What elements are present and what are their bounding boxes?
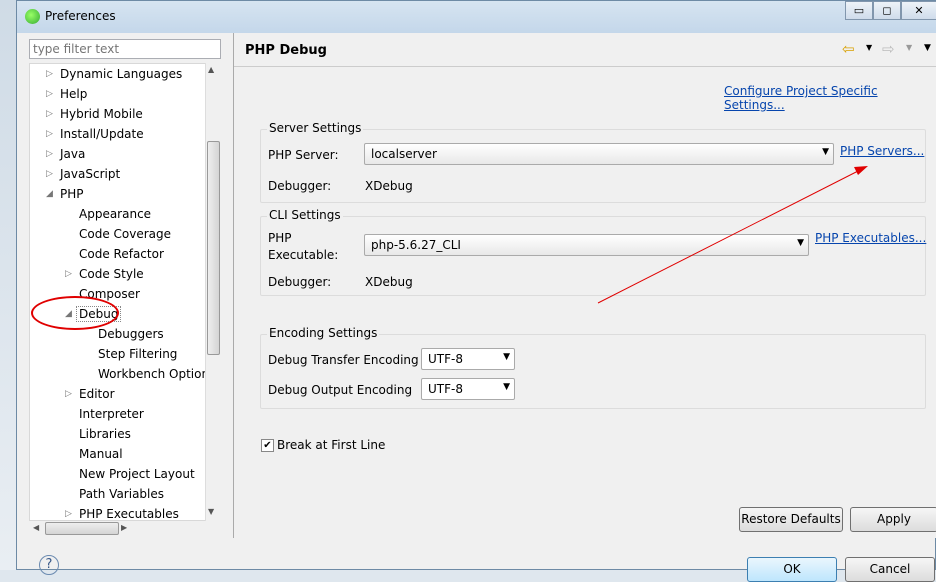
tree-item[interactable]: ▷ Help	[46, 84, 88, 104]
tree-item[interactable]: Code Coverage	[79, 224, 171, 244]
tree-item[interactable]: ▷ Dynamic Languages	[46, 64, 183, 84]
tree-item[interactable]: ▷ JavaScript	[46, 164, 121, 184]
tree-item-label: Path Variables	[79, 487, 165, 501]
tree-item-label: Hybrid Mobile	[60, 107, 143, 121]
scroll-right-icon[interactable]: ▶	[121, 523, 127, 532]
scroll-up-icon[interactable]: ▲	[208, 65, 214, 74]
tree-item-label: Libraries	[79, 427, 131, 441]
tree-vertical-scrollbar[interactable]: ▲ ▼	[205, 63, 221, 521]
preferences-tree: ▷ Dynamic Languages ▷ Help ▷ Hybrid Mobile ▷ In…	[29, 63, 221, 521]
tree-item[interactable]: Workbench Options	[98, 364, 215, 384]
help-icon[interactable]: ?	[39, 555, 59, 575]
tree-item-label: New Project Layout	[79, 467, 195, 481]
collapsed-arrow-icon[interactable]: ▷	[46, 124, 53, 144]
tree-item-label: PHP	[60, 187, 84, 201]
tree-item-label: PHP Executables	[79, 507, 179, 521]
hscroll-thumb[interactable]	[45, 522, 119, 535]
filter-input[interactable]	[29, 39, 221, 59]
tree-item[interactable]: ◢ PHP	[46, 184, 84, 204]
tree-item[interactable]: Debuggers	[98, 324, 164, 344]
tree-item[interactable]: Appearance	[79, 204, 151, 224]
tree-item-label: Interpreter	[79, 407, 144, 421]
tree-item-label: JavaScript	[60, 167, 121, 181]
tree-item[interactable]: ▷ Editor	[65, 384, 115, 404]
tree-item[interactable]: Code Refactor	[79, 244, 164, 264]
maximize-button[interactable]: ◻	[873, 1, 901, 20]
preference-page: PHP Debug ⇦ ▼ ⇨ ▼ ▼ Configure Project Sp…	[233, 33, 936, 538]
tree-item[interactable]: ▷ Java	[46, 144, 86, 164]
tree-horizontal-scrollbar[interactable]: ◀ ▶	[29, 521, 221, 537]
collapsed-arrow-icon[interactable]: ▷	[46, 164, 53, 184]
app-icon	[25, 9, 40, 24]
tree-item-label: Code Coverage	[79, 227, 172, 241]
scroll-thumb[interactable]	[207, 141, 220, 355]
tree-item-label: Dynamic Languages	[60, 67, 183, 81]
tree-item[interactable]: Interpreter	[79, 404, 144, 424]
tree-item-label: Manual	[79, 447, 123, 461]
collapsed-arrow-icon[interactable]: ▷	[65, 504, 72, 520]
tree-item[interactable]: ▷ PHP Executables	[65, 504, 179, 521]
expanded-arrow-icon[interactable]: ◢	[46, 184, 53, 204]
tree-item[interactable]: Step Filtering	[98, 344, 177, 364]
collapsed-arrow-icon[interactable]: ▷	[46, 84, 53, 104]
collapsed-arrow-icon[interactable]: ▷	[46, 144, 53, 164]
tree-item[interactable]: New Project Layout	[79, 464, 195, 484]
tree-item-label: Debuggers	[98, 327, 164, 341]
scroll-down-icon[interactable]: ▼	[208, 507, 214, 516]
tree-item[interactable]: Libraries	[79, 424, 131, 444]
collapsed-arrow-icon[interactable]: ▷	[46, 64, 53, 84]
tree-item-label: Install/Update	[60, 127, 144, 141]
tree-item[interactable]: ▷ Hybrid Mobile	[46, 104, 143, 124]
collapsed-arrow-icon[interactable]: ▷	[65, 384, 72, 404]
preferences-dialog: Preferences ▭ ◻ ✕ ▷ Dynamic Languages ▷ Hel…	[16, 0, 936, 582]
tree-item-label: Step Filtering	[98, 347, 178, 361]
title-bar: Preferences ▭ ◻ ✕	[17, 1, 936, 33]
collapsed-arrow-icon[interactable]: ▷	[65, 264, 72, 284]
tree-item-label: Help	[60, 87, 88, 101]
tree-item[interactable]: Path Variables	[79, 484, 164, 504]
window-title: Preferences	[45, 9, 116, 23]
tree-item-label: Workbench Options	[98, 367, 216, 381]
annotation-arrow	[597, 166, 868, 304]
close-button[interactable]: ✕	[901, 1, 936, 20]
minimize-button[interactable]: ▭	[845, 1, 873, 20]
tree-item-label: Java	[60, 147, 86, 161]
tree-item[interactable]: Manual	[79, 444, 123, 464]
tree-item[interactable]: ▷ Install/Update	[46, 124, 144, 144]
collapsed-arrow-icon[interactable]: ▷	[46, 104, 53, 124]
tree-item-label: Editor	[79, 387, 115, 401]
scroll-left-icon[interactable]: ◀	[33, 523, 39, 532]
tree-item-label: Code Style	[79, 267, 144, 281]
tree-item[interactable]: ▷ Code Style	[65, 264, 144, 284]
tree-item-label: Appearance	[79, 207, 152, 221]
tree-item-label: Code Refactor	[79, 247, 164, 261]
